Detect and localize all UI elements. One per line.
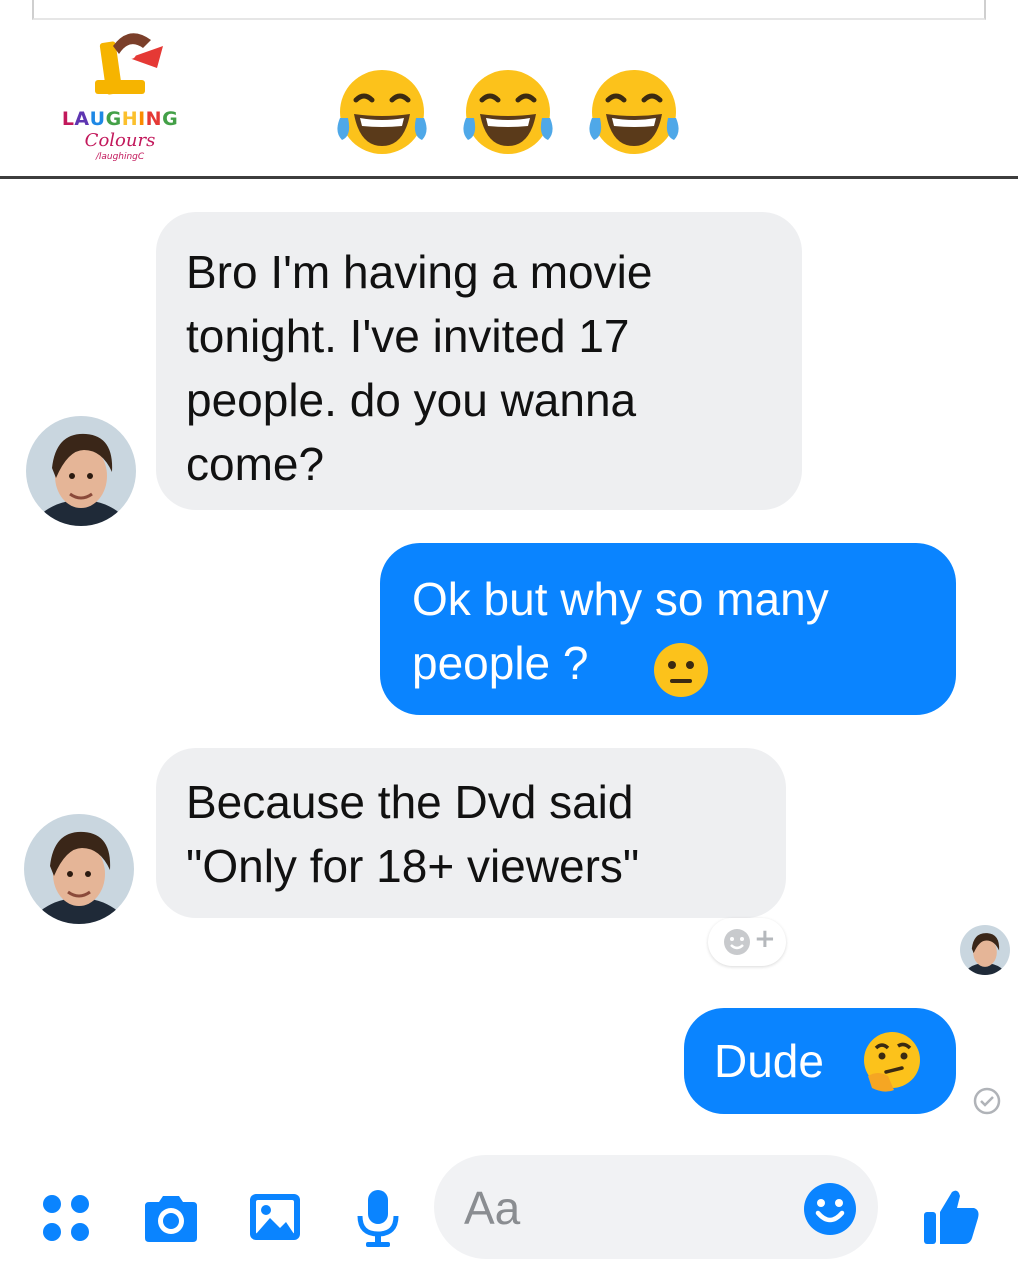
message-text: Because the Dvd said "Only for 18+ viewe… xyxy=(186,776,640,892)
tears-of-joy-emoji-icon xyxy=(463,70,553,154)
thumbs-up-icon[interactable] xyxy=(922,1186,982,1246)
top-frame-edge xyxy=(32,0,986,20)
person-photo-icon xyxy=(26,416,136,526)
message-text: Ok but why so many people ? xyxy=(412,573,829,689)
contact-avatar[interactable] xyxy=(26,416,136,526)
logo-letter: I xyxy=(138,108,146,130)
header: LAUGHING Colours /laughingC xyxy=(0,18,1018,176)
logo-letter: H xyxy=(121,108,139,130)
add-reaction-plus: + xyxy=(754,924,776,954)
logo-mark-icon xyxy=(95,33,163,95)
tears-of-joy-emoji-icon xyxy=(337,70,427,154)
sent-check-icon xyxy=(973,1087,1001,1115)
logo-letter: G xyxy=(105,108,122,130)
message-composer[interactable] xyxy=(434,1155,878,1259)
message-text: Bro I'm having a movie tonight. I've inv… xyxy=(186,246,653,490)
message-bubble-outgoing[interactable]: Dude xyxy=(684,1008,956,1114)
person-photo-icon xyxy=(24,814,134,924)
logo-title: LAUGHING xyxy=(45,108,195,130)
message-text: Dude xyxy=(714,1035,824,1087)
message-bubble-incoming[interactable]: Bro I'm having a movie tonight. I've inv… xyxy=(156,212,802,510)
logo-letter: A xyxy=(74,108,90,130)
logo-handle: /laughingC xyxy=(95,152,145,162)
emoji-icon[interactable] xyxy=(802,1181,858,1237)
seen-by-avatar xyxy=(960,925,1010,975)
message-bubble-incoming[interactable]: Because the Dvd said "Only for 18+ viewe… xyxy=(156,748,786,918)
camera-icon[interactable] xyxy=(141,1192,201,1244)
logo-subtitle: Colours xyxy=(84,130,156,151)
laughing-colours-logo: LAUGHING Colours /laughingC xyxy=(45,28,195,168)
add-reaction-button[interactable]: + xyxy=(708,918,786,966)
add-reaction-icon xyxy=(724,929,750,955)
gallery-icon[interactable] xyxy=(248,1192,302,1242)
logo-letter: L xyxy=(61,108,75,130)
tears-of-joy-emoji-icon xyxy=(589,70,679,154)
microphone-icon[interactable] xyxy=(356,1188,400,1248)
logo-letter: U xyxy=(89,108,106,130)
message-input[interactable] xyxy=(462,1173,806,1243)
menu-dots-icon[interactable] xyxy=(40,1192,92,1244)
person-photo-icon xyxy=(960,925,1010,975)
message-bubble-outgoing[interactable]: Ok but why so many people ? xyxy=(380,543,956,715)
header-divider xyxy=(0,176,1018,179)
contact-avatar[interactable] xyxy=(24,814,134,924)
thinking-face-emoji-icon xyxy=(864,1032,920,1092)
logo-letter: N xyxy=(145,108,163,130)
logo-letter: G xyxy=(162,108,179,130)
neutral-face-emoji-icon xyxy=(654,643,708,697)
